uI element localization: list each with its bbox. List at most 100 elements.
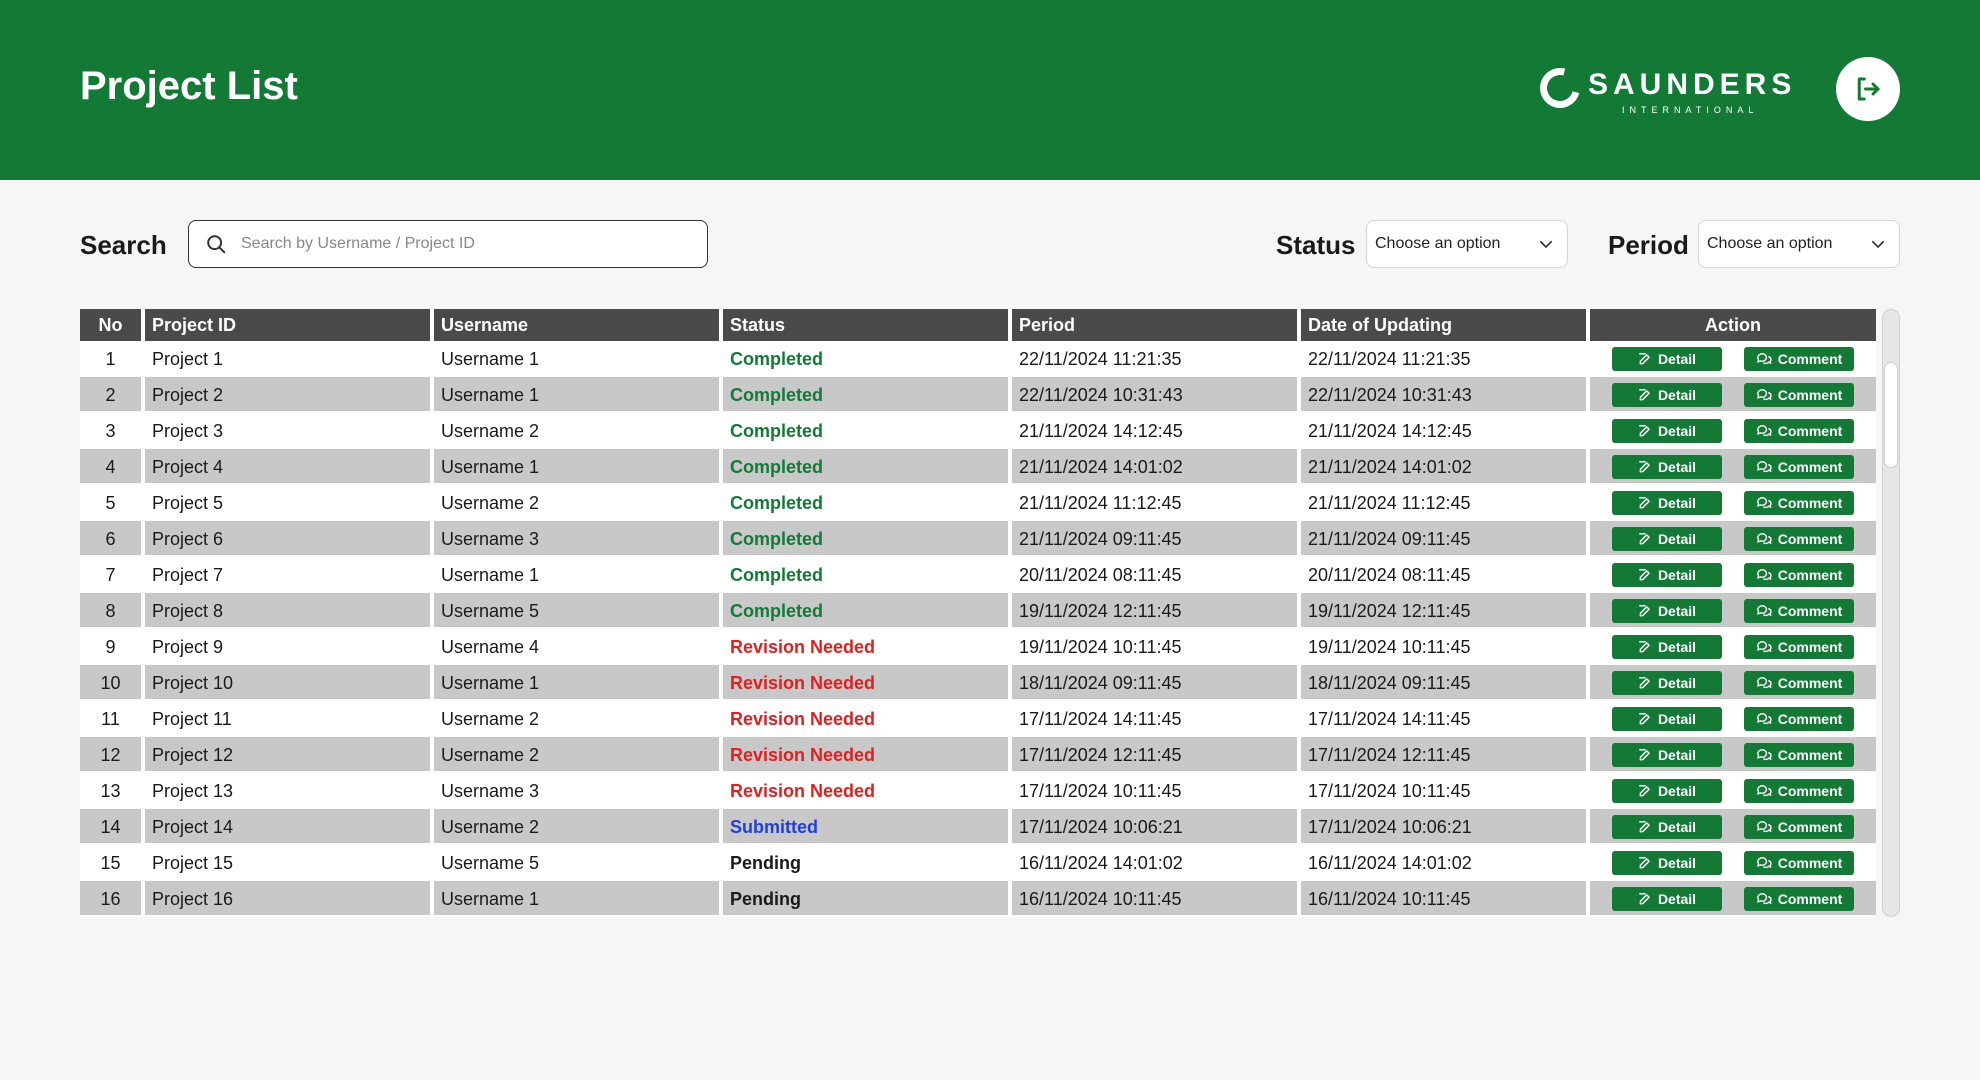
table-row[interactable]: 7 Project 7 Username 1 Completed 20/11/2024 … bbox=[80, 557, 1876, 593]
detail-button-label: Detail bbox=[1657, 495, 1697, 511]
logout-button[interactable] bbox=[1836, 57, 1900, 121]
cell-project-id: Project 8 bbox=[145, 593, 434, 629]
table-row[interactable]: 5 Project 5 Username 2 Completed 21/11/2024 … bbox=[80, 485, 1876, 521]
detail-button[interactable]: Detail bbox=[1612, 527, 1722, 551]
table-row[interactable]: 8 Project 8 Username 5 Completed 19/11/2024 … bbox=[80, 593, 1876, 629]
comment-button[interactable]: Comment bbox=[1744, 599, 1854, 623]
cell-date-of-updating: 21/11/2024 14:12:45 bbox=[1301, 413, 1590, 449]
comment-button[interactable]: Comment bbox=[1744, 815, 1854, 839]
cell-period: 17/11/2024 10:11:45 bbox=[1012, 773, 1301, 809]
comment-button[interactable]: Comment bbox=[1744, 563, 1854, 587]
cell-status: Revision Needed bbox=[723, 629, 1012, 665]
detail-button-label: Detail bbox=[1657, 639, 1697, 655]
table-row[interactable]: 2 Project 2 Username 1 Completed 22/11/2024 … bbox=[80, 377, 1876, 413]
cell-status: Revision Needed bbox=[723, 737, 1012, 773]
row-actions: Detail Comment bbox=[1590, 851, 1876, 875]
comment-button[interactable]: Comment bbox=[1744, 887, 1854, 911]
comment-icon bbox=[1756, 893, 1772, 905]
detail-button[interactable]: Detail bbox=[1612, 455, 1722, 479]
column-header-status[interactable]: Status bbox=[723, 309, 1012, 341]
cell-date-of-updating: 17/11/2024 14:11:45 bbox=[1301, 701, 1590, 737]
detail-button-label: Detail bbox=[1657, 423, 1697, 439]
detail-button[interactable]: Detail bbox=[1612, 419, 1722, 443]
table-row[interactable]: 1 Project 1 Username 1 Completed 22/11/2024 … bbox=[80, 341, 1876, 377]
cell-no: 2 bbox=[80, 377, 145, 413]
table-scrollbar-thumb[interactable] bbox=[1884, 362, 1898, 468]
status-select[interactable]: Choose an option bbox=[1366, 220, 1568, 268]
table-row[interactable]: 6 Project 6 Username 3 Completed 21/11/2024 … bbox=[80, 521, 1876, 557]
cell-date-of-updating: 21/11/2024 11:12:45 bbox=[1301, 485, 1590, 521]
detail-button[interactable]: Detail bbox=[1612, 491, 1722, 515]
comment-button-label: Comment bbox=[1777, 747, 1843, 763]
table-row[interactable]: 14 Project 14 Username 2 Submitted 17/11/202… bbox=[80, 809, 1876, 845]
detail-button[interactable]: Detail bbox=[1612, 851, 1722, 875]
table-row[interactable]: 10 Project 10 Username 1 Revision Needed 18/… bbox=[80, 665, 1876, 701]
detail-button-label: Detail bbox=[1657, 531, 1697, 547]
column-header-date-of-updating[interactable]: Date of Updating bbox=[1301, 309, 1590, 341]
detail-button[interactable]: Detail bbox=[1612, 599, 1722, 623]
detail-button[interactable]: Detail bbox=[1612, 815, 1722, 839]
comment-button[interactable]: Comment bbox=[1744, 707, 1854, 731]
comment-button-label: Comment bbox=[1777, 567, 1843, 583]
table-row[interactable]: 4 Project 4 Username 1 Completed 21/11/2024 … bbox=[80, 449, 1876, 485]
search-input[interactable] bbox=[241, 235, 681, 253]
comment-button[interactable]: Comment bbox=[1744, 743, 1854, 767]
edit-icon bbox=[1638, 785, 1650, 797]
cell-status: Completed bbox=[723, 485, 1012, 521]
comment-button[interactable]: Comment bbox=[1744, 419, 1854, 443]
detail-button[interactable]: Detail bbox=[1612, 347, 1722, 371]
comment-button[interactable]: Comment bbox=[1744, 527, 1854, 551]
table-row[interactable]: 16 Project 16 Username 1 Pending 16/11/2024 … bbox=[80, 881, 1876, 917]
comment-icon bbox=[1756, 641, 1772, 653]
comment-button[interactable]: Comment bbox=[1744, 347, 1854, 371]
comment-button[interactable]: Comment bbox=[1744, 851, 1854, 875]
logo-wordmark: SAUNDERS bbox=[1588, 68, 1797, 101]
column-header-no[interactable]: No bbox=[80, 309, 145, 341]
column-header-username[interactable]: Username bbox=[434, 309, 723, 341]
detail-button[interactable]: Detail bbox=[1612, 671, 1722, 695]
cell-period: 19/11/2024 12:11:45 bbox=[1012, 593, 1301, 629]
period-select[interactable]: Choose an option bbox=[1698, 220, 1900, 268]
comment-button[interactable]: Comment bbox=[1744, 383, 1854, 407]
table-row[interactable]: 9 Project 9 Username 4 Revision Needed 19/11… bbox=[80, 629, 1876, 665]
cell-period: 16/11/2024 14:01:02 bbox=[1012, 845, 1301, 881]
table-row[interactable]: 12 Project 12 Username 2 Revision Needed 17/… bbox=[80, 737, 1876, 773]
cell-username: Username 4 bbox=[434, 629, 723, 665]
comment-icon bbox=[1756, 425, 1772, 437]
edit-icon bbox=[1638, 641, 1650, 653]
table-row[interactable]: 3 Project 3 Username 2 Completed 21/11/2024 … bbox=[80, 413, 1876, 449]
comment-button-label: Comment bbox=[1777, 675, 1843, 691]
detail-button[interactable]: Detail bbox=[1612, 887, 1722, 911]
comment-button[interactable]: Comment bbox=[1744, 455, 1854, 479]
cell-project-id: Project 3 bbox=[145, 413, 434, 449]
table-row[interactable]: 11 Project 11 Username 2 Revision Needed 17/… bbox=[80, 701, 1876, 737]
saunders-logo: SAUNDERS INTERNATIONAL bbox=[1532, 60, 1797, 122]
comment-button[interactable]: Comment bbox=[1744, 491, 1854, 515]
search-field[interactable] bbox=[188, 220, 708, 268]
table-row[interactable]: 13 Project 13 Username 3 Revision Needed 17/… bbox=[80, 773, 1876, 809]
cell-action: Detail Comment bbox=[1590, 881, 1876, 917]
detail-button[interactable]: Detail bbox=[1612, 707, 1722, 731]
cell-period: 21/11/2024 11:12:45 bbox=[1012, 485, 1301, 521]
cell-project-id: Project 9 bbox=[145, 629, 434, 665]
detail-button[interactable]: Detail bbox=[1612, 635, 1722, 659]
cell-username: Username 1 bbox=[434, 881, 723, 917]
comment-button[interactable]: Comment bbox=[1744, 671, 1854, 695]
edit-icon bbox=[1638, 749, 1650, 761]
comment-button[interactable]: Comment bbox=[1744, 635, 1854, 659]
cell-no: 1 bbox=[80, 341, 145, 377]
detail-button[interactable]: Detail bbox=[1612, 383, 1722, 407]
cell-date-of-updating: 16/11/2024 14:01:02 bbox=[1301, 845, 1590, 881]
detail-button-label: Detail bbox=[1657, 783, 1697, 799]
comment-button[interactable]: Comment bbox=[1744, 779, 1854, 803]
column-header-project-id[interactable]: Project ID bbox=[145, 309, 434, 341]
detail-button[interactable]: Detail bbox=[1612, 779, 1722, 803]
table-row[interactable]: 15 Project 15 Username 5 Pending 16/11/2024 … bbox=[80, 845, 1876, 881]
detail-button[interactable]: Detail bbox=[1612, 743, 1722, 767]
comment-icon bbox=[1756, 605, 1772, 617]
chevron-down-icon bbox=[1539, 240, 1553, 248]
logo-subtitle: INTERNATIONAL bbox=[1622, 105, 1759, 115]
row-actions: Detail Comment bbox=[1590, 779, 1876, 803]
detail-button[interactable]: Detail bbox=[1612, 563, 1722, 587]
column-header-period[interactable]: Period bbox=[1012, 309, 1301, 341]
